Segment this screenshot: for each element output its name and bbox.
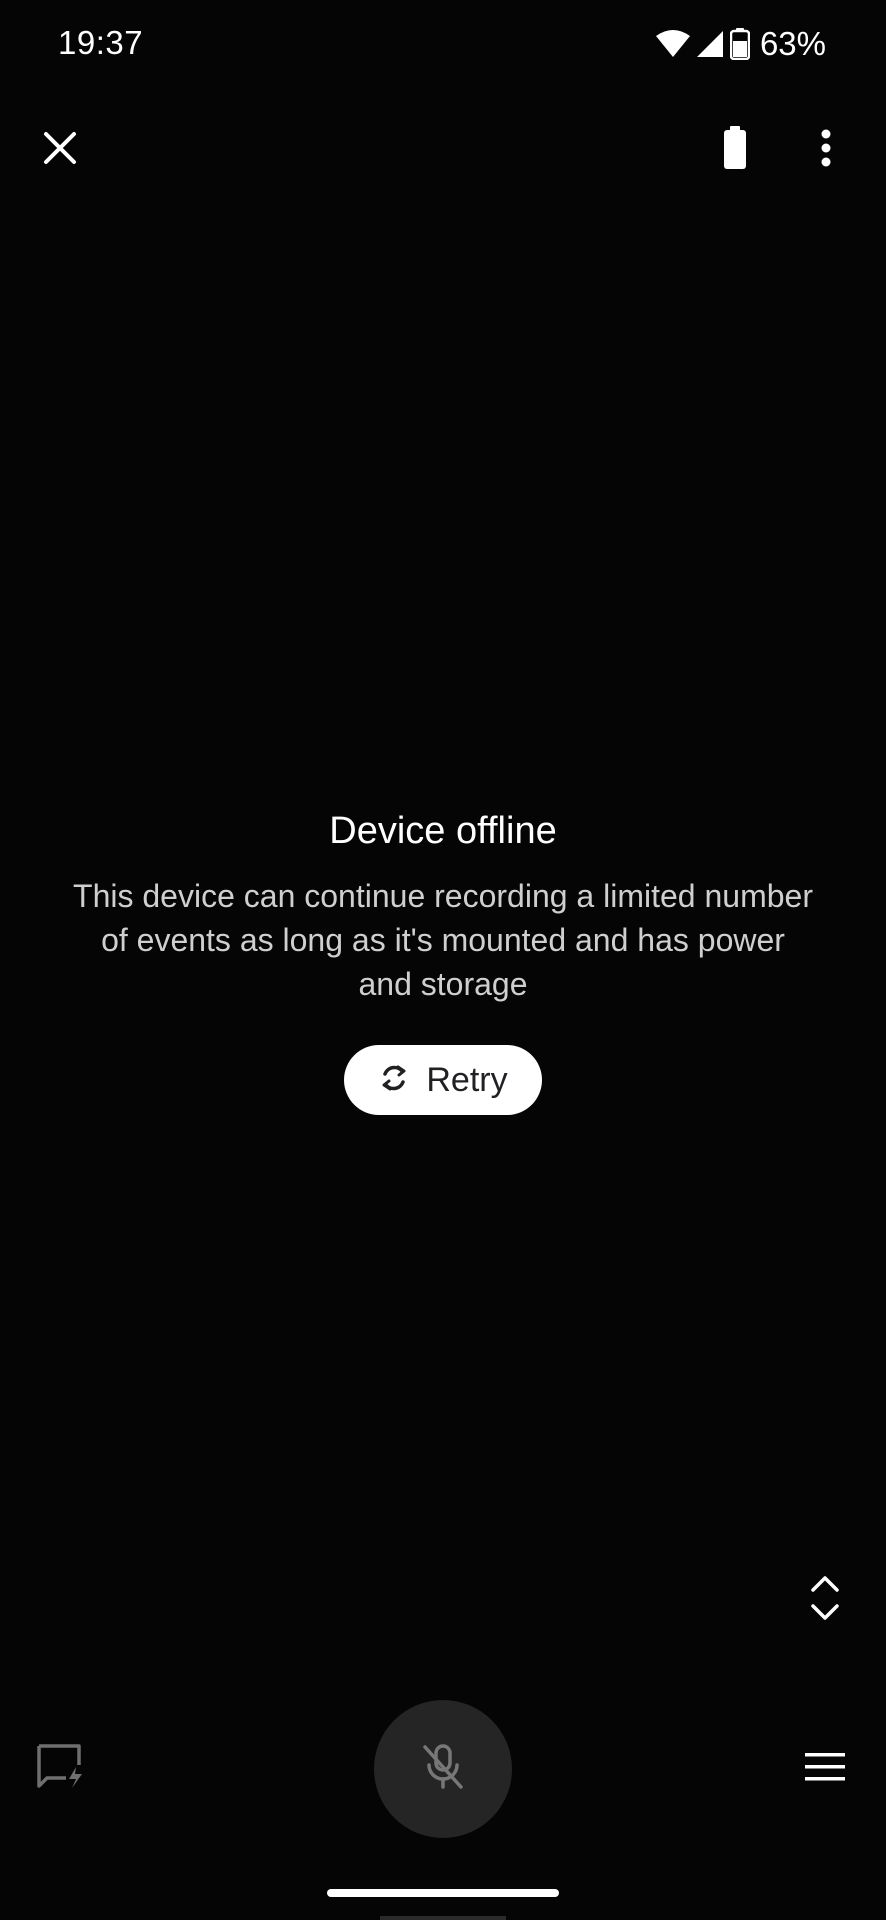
offline-message: This device can continue recording a lim…	[73, 878, 813, 1002]
battery-status-icon	[723, 125, 747, 175]
battery-icon	[729, 28, 750, 60]
mic-button[interactable]	[374, 1700, 512, 1838]
status-bar: 19:37 63%	[0, 0, 886, 90]
status-icons: 63%	[655, 25, 826, 62]
hamburger-menu-icon	[805, 1752, 845, 1787]
mic-off-icon	[421, 1743, 465, 1796]
status-time: 19:37	[58, 24, 144, 61]
battery-percent: 63%	[759, 25, 826, 62]
quick-response-button[interactable]	[32, 1740, 88, 1796]
close-button[interactable]	[30, 120, 90, 180]
cell-signal-icon	[696, 30, 724, 58]
retry-label: Retry	[426, 1060, 508, 1099]
offline-title: Device offline	[329, 810, 557, 852]
expand-collapse-button[interactable]	[800, 1572, 850, 1628]
hamburger-menu-button[interactable]	[798, 1742, 852, 1796]
close-icon	[43, 131, 77, 170]
more-vert-icon	[820, 129, 832, 172]
refresh-icon	[378, 1062, 410, 1099]
battery-status-button[interactable]	[705, 120, 765, 180]
nav-divider	[380, 1916, 506, 1920]
retry-button[interactable]: Retry	[344, 1045, 542, 1115]
wifi-icon	[655, 30, 690, 58]
gesture-nav-handle[interactable]	[327, 1889, 559, 1897]
expand-collapse-icon	[810, 1574, 840, 1627]
more-options-button[interactable]	[796, 120, 856, 180]
quick-response-icon	[36, 1743, 84, 1794]
